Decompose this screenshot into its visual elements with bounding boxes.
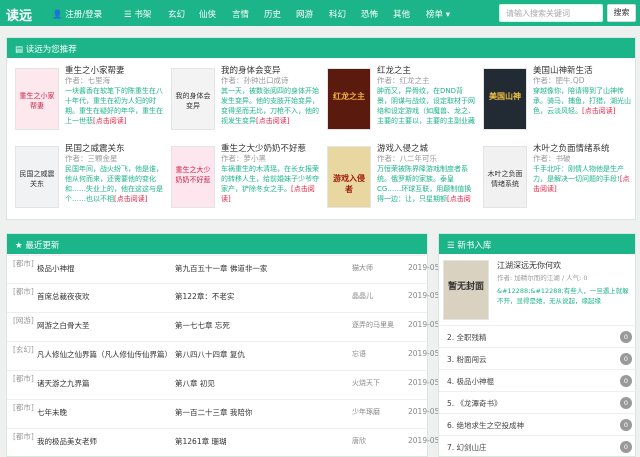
- recommend-book[interactable]: 我的身体会变异 我的身体会变异 作者：孙钟出口成诗 其一天，被数张阅四的身体开始…: [167, 64, 322, 138]
- table-row: [都市] 诸天游之九界篇 第八章 初见 火烧天下 2019-05-14: [7, 370, 452, 393]
- count-badge: 0: [620, 331, 632, 343]
- newbooks-header: ☰ 新书入库: [439, 234, 635, 254]
- latest-header: ★ 最近更新: [7, 234, 427, 254]
- newbook-top-desc: &#12288;&#12288;有些人，一旦遇上就躲不开，显得是她，无从说起，缘…: [497, 287, 629, 305]
- recommend-book[interactable]: 民国之威震关东 民国之威震关东 作者：三颗金星 民国年间，战火纷飞，他是谁，他从…: [11, 142, 166, 216]
- nav-yanqing[interactable]: 言情: [232, 8, 249, 20]
- list-item[interactable]: 3. 粉面闯云 0: [439, 347, 639, 369]
- top-nav: 读远 👤 注册/登录 ☰ 书架 玄幻 仙侠 言情 历史 网游 科幻 恐怖 其他 …: [0, 0, 640, 26]
- recommend-book[interactable]: 重生之大少奶奶不好惹 重生之大少奶奶不好惹 作者：萝小黑 车祸重生的木清瑶，在长…: [167, 142, 322, 216]
- book-cover[interactable]: 我的身体会变异: [171, 68, 215, 130]
- book-cover[interactable]: 木叶之负面情绪系统: [483, 146, 527, 208]
- recommend-book[interactable]: 木叶之负面情绪系统 木叶之负面情绪系统 作者：书破 千手北吁：刚情人物他是生产力…: [479, 142, 634, 216]
- newbook-top-meta: 作者: 加精尔而的江湖 / 人气: 0: [497, 274, 588, 282]
- nav-xianxia[interactable]: 仙侠: [199, 8, 216, 20]
- book-cover[interactable]: 美国山神: [483, 68, 527, 130]
- list-item[interactable]: 6. 绝地求生之空投成神 0: [439, 413, 639, 435]
- recommend-header: ▤ 读远为您推荐: [7, 38, 635, 58]
- book-icon: ☰: [447, 241, 455, 251]
- count-badge: 0: [620, 353, 632, 365]
- nav-scifi[interactable]: 科幻: [329, 8, 346, 20]
- search-input[interactable]: [499, 4, 603, 22]
- list-item[interactable]: 7. 幻剑山庄 0: [439, 435, 639, 457]
- newbooks-panel: ☰ 新书入库 暂无封面 江湖深远无你何欢 作者: 加精尔而的江湖 / 人气: 0…: [438, 233, 639, 457]
- table-row: [网游] 网游之白骨大圣 第一七七章 忘死 逐弄的马里奥 2019-05-14: [7, 312, 452, 335]
- nav-wangyou[interactable]: 网游: [296, 8, 313, 20]
- table-row: [都市] 我的极品美女老师 第1261章 珊瑚 唐欣 2019-05-14: [7, 428, 452, 451]
- list-item[interactable]: 2. 全职残精 0: [439, 325, 639, 347]
- list-item[interactable]: 4. 极品小神棍 0: [439, 369, 639, 391]
- table-row: [玄幻] 凡人修仙之仙界篇（凡人修仙传仙界篇） 第八四八十四章 复仇 忘语 2019-0…: [7, 341, 452, 364]
- login-link[interactable]: 👤 注册/登录: [52, 8, 102, 20]
- book-cover[interactable]: 重生之小家帮妻: [15, 68, 59, 130]
- nav-ranking[interactable]: 榜单 ▾: [426, 8, 450, 20]
- count-badge: 0: [620, 375, 632, 387]
- table-row: [都市] 七年未晚 第一百二十三章 我陪你 少年琢磨 2019-05-14: [7, 399, 452, 422]
- book-cover[interactable]: 游戏入侵者: [327, 146, 371, 208]
- list-item[interactable]: 5. 《龙潭奇书》 0: [439, 391, 639, 413]
- recommend-book[interactable]: 红龙之主 红龙之主 作者：红龙之主 肿而又，异骨纹，在DND背景，阴谋与战纹，设…: [323, 64, 478, 138]
- newbook-top-title[interactable]: 江湖深远无你何欢: [497, 260, 561, 271]
- recommend-book[interactable]: 重生之小家帮妻 重生之小家帮妻 作者：七里海 一块酱香在软笔下的陈重生在八十年代…: [11, 64, 166, 138]
- table-row: [都市] 极品小神棍 第九百五十一章 佛道非一家 猫大师 2019-05-14: [7, 255, 452, 278]
- site-logo[interactable]: 读远: [6, 5, 32, 24]
- count-badge: 0: [620, 397, 632, 409]
- count-badge: 0: [620, 419, 632, 431]
- nav-history[interactable]: 历史: [264, 8, 281, 20]
- latest-panel: ★ 最近更新 [都市] 极品小神棍 第九百五十一章 佛道非一家 猫大师 2019-05-…: [6, 233, 452, 457]
- book-cover[interactable]: 重生之大少奶奶不好惹: [171, 146, 215, 208]
- bookmark-icon: ▤: [15, 45, 24, 55]
- count-badge: 0: [620, 441, 632, 453]
- recommend-book[interactable]: 游戏入侵者 游戏入侵之城 作者：八二年可乐 万恒荣被陈界降游戏制度者系统。俄罗斯…: [323, 142, 478, 216]
- nav-xuanhuan[interactable]: 玄幻: [168, 8, 185, 20]
- nav-other[interactable]: 其他: [393, 8, 410, 20]
- caret-down-icon: ▾: [445, 10, 450, 20]
- recommend-book[interactable]: 美国山神 美国山神新生活 作者：肥牛.QD 穿越像你，陪请得到了山神传承。骑马，…: [479, 64, 634, 138]
- nav-bookshelf[interactable]: ☰ 书架: [124, 8, 151, 20]
- book-cover[interactable]: 红龙之主: [327, 68, 371, 130]
- table-row: [都市] 首席总裁夜夜欢 第122章：不老实 晶晶儿 2019-05-14: [7, 283, 452, 306]
- star-icon: ★: [15, 241, 23, 251]
- nav-horror[interactable]: 恐怖: [361, 8, 378, 20]
- book-cover[interactable]: 暂无封面: [443, 260, 489, 320]
- user-icon: 👤: [52, 10, 63, 20]
- recommend-panel: ▤ 读远为您推荐 重生之小家帮妻 重生之小家帮妻 作者：七里海 一块酱香在软笔下…: [6, 37, 636, 220]
- book-cover[interactable]: 民国之威震关东: [15, 146, 59, 208]
- search-button[interactable]: 搜索: [607, 4, 636, 22]
